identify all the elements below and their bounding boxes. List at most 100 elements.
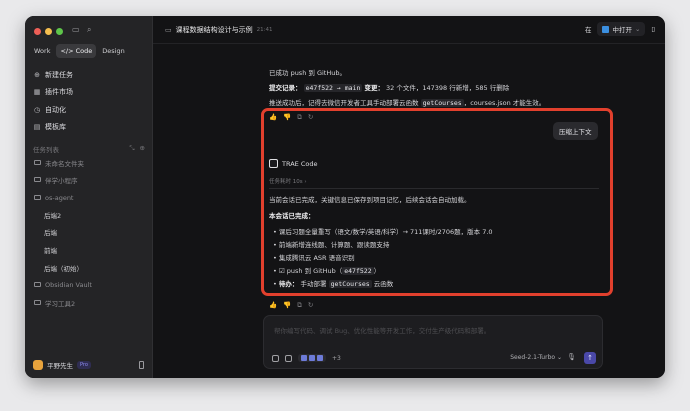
elapsed-time[interactable]: 任务耗时 10s › bbox=[269, 177, 307, 185]
message-actions: 👍 👎 ⧉ ↻ bbox=[269, 301, 313, 310]
nav-template-library[interactable]: ▤ 模板库 bbox=[33, 121, 66, 133]
user-name: 平野先生 bbox=[47, 362, 73, 370]
done-header: 本会话已完成： bbox=[269, 212, 315, 220]
send-button[interactable]: ↑ bbox=[584, 352, 596, 364]
collapse-icon[interactable]: ⤡ bbox=[129, 144, 134, 154]
tree-label: 后端2 bbox=[44, 211, 62, 220]
plus-circle-icon: ⊕ bbox=[34, 71, 40, 79]
tree-item-task[interactable]: 后端2 bbox=[44, 209, 61, 220]
microphone-icon[interactable]: 🎙 bbox=[567, 353, 576, 361]
mode-work[interactable]: Work bbox=[30, 44, 54, 58]
nav-new-task[interactable]: ⊕ 新建任务 bbox=[33, 69, 73, 81]
topbar: ▭ 课程数据结构设计与示例 21:41 在 中打开 ⌄ ▯ bbox=[153, 16, 665, 44]
folder-icon bbox=[34, 282, 41, 287]
tree-item-folder[interactable]: 学习工具2 bbox=[34, 297, 75, 308]
tree-item-folder[interactable]: 未命名文件夹 bbox=[34, 157, 84, 168]
user-profile[interactable]: 平野先生 Pro bbox=[33, 360, 91, 370]
tree-item-task[interactable]: 后端 bbox=[44, 226, 57, 237]
tree-item-folder[interactable]: os-agent bbox=[34, 192, 74, 203]
todo-label: 待办： bbox=[278, 280, 299, 288]
input-tools: +3 bbox=[272, 354, 341, 362]
avatar bbox=[33, 360, 43, 370]
tree-label: Obsidian Vault bbox=[45, 280, 92, 289]
tree-item-folder[interactable]: 伴学小程序 bbox=[34, 174, 78, 185]
list-item: • 待办： 手动部署 getCourses 云函数 bbox=[273, 280, 394, 288]
push-end: ） bbox=[373, 267, 381, 275]
folder-icon bbox=[34, 195, 41, 200]
mode-code[interactable]: </> Code bbox=[56, 44, 97, 58]
vscode-icon bbox=[602, 25, 610, 33]
folder-icon bbox=[34, 300, 41, 305]
app-window: ▭ ⌕ Work </> Code Design ⊕ 新建任务 ▦ 插件市场 ◷… bbox=[25, 16, 665, 378]
tree-item-task[interactable]: 前端 bbox=[44, 244, 57, 255]
phone-icon[interactable] bbox=[139, 361, 144, 369]
dislike-icon[interactable]: 👎 bbox=[283, 301, 291, 310]
grid-icon: ▦ bbox=[33, 88, 41, 96]
push-code: e47f522 bbox=[342, 267, 374, 275]
chat-input-box[interactable]: 帮你编写代码、调试 Bug、优化性能等开发工作，交付生产级代码和部署。 +3 S… bbox=[263, 315, 603, 369]
nav-plugin-market[interactable]: ▦ 插件市场 bbox=[33, 86, 73, 98]
changes-text: 32 个文件，147398 行新增，585 行删除 bbox=[386, 84, 510, 92]
list-item: • 集成腾讯云 ASR 语音识别 bbox=[273, 254, 355, 262]
close-window-button[interactable] bbox=[34, 28, 41, 35]
trae-logo-icon bbox=[269, 159, 278, 168]
tree-item-task[interactable]: 后端（初始） bbox=[44, 262, 83, 273]
minimize-window-button[interactable] bbox=[45, 28, 52, 35]
folder-icon bbox=[34, 160, 41, 165]
model-selector[interactable]: Seed-2.1-Turbo ⌄ bbox=[510, 354, 562, 361]
user-message-bubble: 压缩上下文 bbox=[553, 122, 598, 140]
topbar-actions: 在 中打开 ⌄ ▯ bbox=[585, 22, 655, 36]
like-icon[interactable]: 👍 bbox=[269, 301, 277, 310]
task-list-header: 任务列表 ⤡ ⊕ bbox=[33, 144, 145, 154]
sidebar: ▭ ⌕ Work </> Code Design ⊕ 新建任务 ▦ 插件市场 ◷… bbox=[25, 16, 153, 378]
attachment-count: +3 bbox=[332, 354, 341, 362]
template-icon: ▤ bbox=[33, 123, 41, 131]
chevron-down-icon: ⌄ bbox=[634, 25, 641, 33]
assistant-intro: 当前会话已完成，关键信息已保存到项目记忆，后续会话会自动加载。 bbox=[269, 196, 471, 204]
sidebar-toggle-icon[interactable]: ▭ bbox=[72, 25, 80, 35]
assistant-name: TRAE Code bbox=[282, 159, 318, 168]
changes-label: 变更： bbox=[364, 84, 384, 92]
tree-item-folder[interactable]: Obsidian Vault bbox=[34, 279, 92, 290]
assistant-header: TRAE Code bbox=[269, 159, 317, 168]
clock-icon: ◷ bbox=[33, 106, 41, 114]
open-in-editor-button[interactable]: 中打开 ⌄ bbox=[597, 22, 646, 36]
nav-label: 插件市场 bbox=[45, 88, 73, 96]
mode-switcher: Work </> Code Design bbox=[30, 44, 129, 58]
monitor-icon: ▭ bbox=[165, 26, 172, 34]
todo-end: 云函数 bbox=[373, 280, 394, 288]
nav-automation[interactable]: ◷ 自动化 bbox=[33, 104, 66, 116]
add-context-icon[interactable] bbox=[272, 354, 279, 362]
nav-label: 模板库 bbox=[45, 123, 66, 131]
image-upload-icon[interactable] bbox=[285, 354, 292, 362]
chat-time: 21:41 bbox=[256, 27, 273, 33]
add-folder-icon[interactable]: ⊕ bbox=[140, 144, 145, 154]
tree-label: 后端 bbox=[44, 228, 57, 237]
main-panel: ▭ 课程数据结构设计与示例 21:41 在 中打开 ⌄ ▯ 已成功 push 到… bbox=[153, 16, 665, 378]
tree-label: 学习工具2 bbox=[45, 299, 76, 308]
retry-icon[interactable]: ↻ bbox=[308, 301, 313, 310]
search-icon[interactable]: ⌕ bbox=[87, 25, 91, 35]
nav-label: 自动化 bbox=[45, 106, 66, 114]
commit-label: 提交记录： bbox=[269, 84, 302, 92]
open-label: 中打开 bbox=[612, 26, 632, 34]
copy-icon[interactable]: ⧉ bbox=[297, 301, 302, 310]
chat-title-text: 课程数据结构设计与示例 bbox=[175, 26, 253, 34]
list-item: • 课后习题全量重写（语文/数学/英语/科学）→ 711课时/2706题，版本 … bbox=[273, 228, 493, 236]
attachment-thumb-icon bbox=[301, 355, 307, 361]
deploy-prefix: 推送成功后，记得去微信开发者工具手动部署云函数 bbox=[269, 99, 419, 107]
list-item-text: 前端新增连线题、计算题、跟读题支持 bbox=[278, 241, 390, 249]
tree-label: 伴学小程序 bbox=[45, 176, 78, 185]
commit-code: e47f522 → main bbox=[303, 84, 363, 92]
attachment-thumb-icon bbox=[309, 355, 315, 361]
mode-design[interactable]: Design bbox=[98, 44, 128, 58]
chat-input-placeholder[interactable]: 帮你编写代码、调试 Bug、优化性能等开发工作，交付生产级代码和部署。 bbox=[274, 325, 490, 335]
tree-label: os-agent bbox=[45, 193, 74, 202]
attachments[interactable] bbox=[298, 354, 326, 362]
task-list-title: 任务列表 bbox=[33, 146, 59, 154]
push-success-text: 已成功 push 到 GitHub。 bbox=[269, 69, 346, 77]
tree-label: 前端 bbox=[44, 246, 57, 255]
panel-toggle-icon[interactable]: ▯ bbox=[651, 25, 655, 33]
push-text: ☑ push 到 GitHub（ bbox=[278, 267, 343, 275]
maximize-window-button[interactable] bbox=[56, 28, 63, 35]
